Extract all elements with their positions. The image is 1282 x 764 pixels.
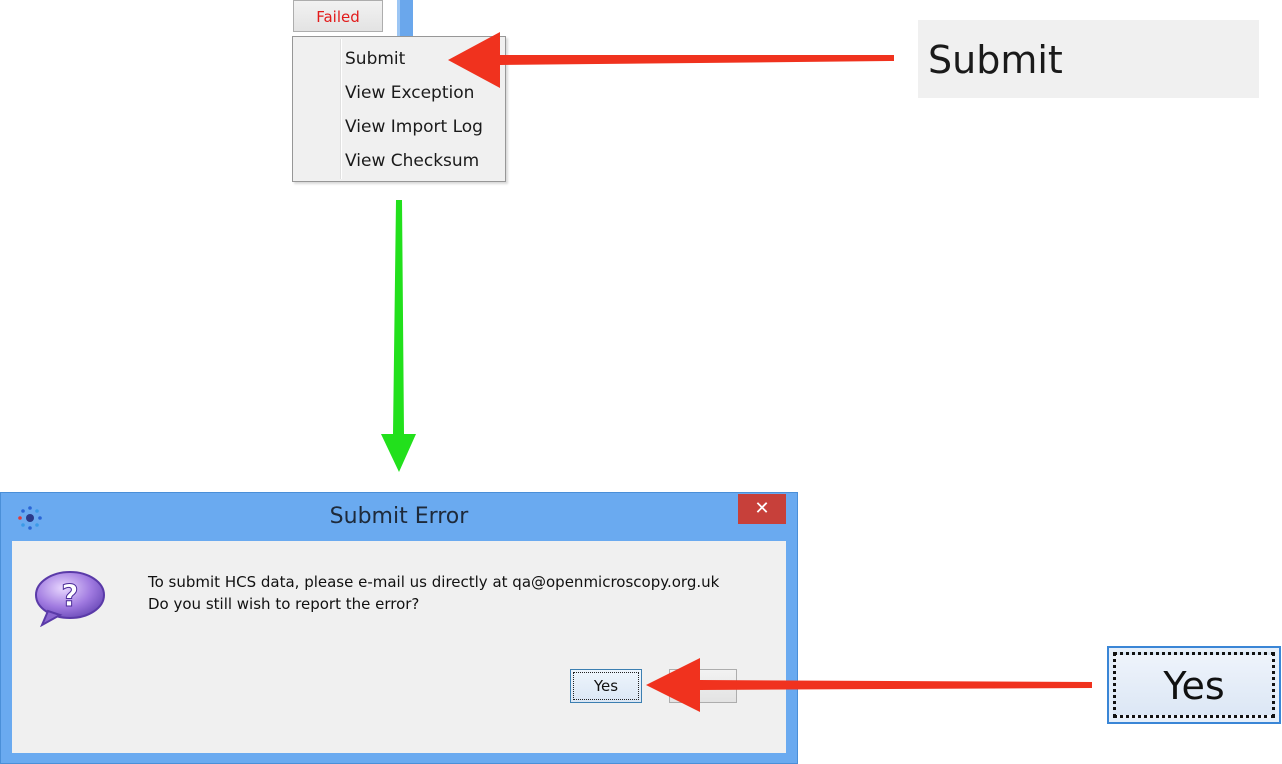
dialog-message-line-1: To submit HCS data, please e-mail us dir…: [148, 573, 720, 591]
green-arrow-down: [381, 200, 416, 472]
svg-text:?: ?: [61, 579, 78, 614]
zoomed-yes-callout: Yes: [1107, 646, 1281, 724]
menu-item-view-import-log[interactable]: View Import Log: [345, 112, 483, 142]
dialog-message-line-2: Do you still wish to report the error?: [148, 595, 420, 613]
context-menu: Submit View Exception View Import Log Vi…: [292, 36, 506, 182]
zoomed-submit-callout: Submit: [918, 20, 1259, 98]
failed-status-button[interactable]: Failed: [293, 0, 383, 32]
close-icon[interactable]: ✕: [738, 494, 786, 524]
menu-item-view-exception[interactable]: View Exception: [345, 78, 474, 108]
yes-button-label: Yes: [573, 672, 639, 700]
menu-item-submit[interactable]: Submit: [345, 44, 405, 74]
menu-item-view-checksum[interactable]: View Checksum: [345, 146, 479, 176]
red-arrow-submit: [448, 32, 894, 88]
zoomed-yes-label: Yes: [1113, 652, 1275, 718]
submit-error-dialog: Submit Error ✕ ? To submit HCS data, ple…: [0, 492, 798, 764]
menu-gutter-divider: [340, 39, 342, 179]
question-bubble-icon: ?: [35, 571, 105, 627]
dialog-body: ? To submit HCS data, please e-mail us d…: [12, 541, 786, 753]
yes-button[interactable]: Yes: [570, 669, 642, 703]
no-button[interactable]: [669, 669, 737, 703]
dialog-title: Submit Error: [329, 504, 469, 529]
scrollbar-edge[interactable]: [397, 0, 413, 36]
